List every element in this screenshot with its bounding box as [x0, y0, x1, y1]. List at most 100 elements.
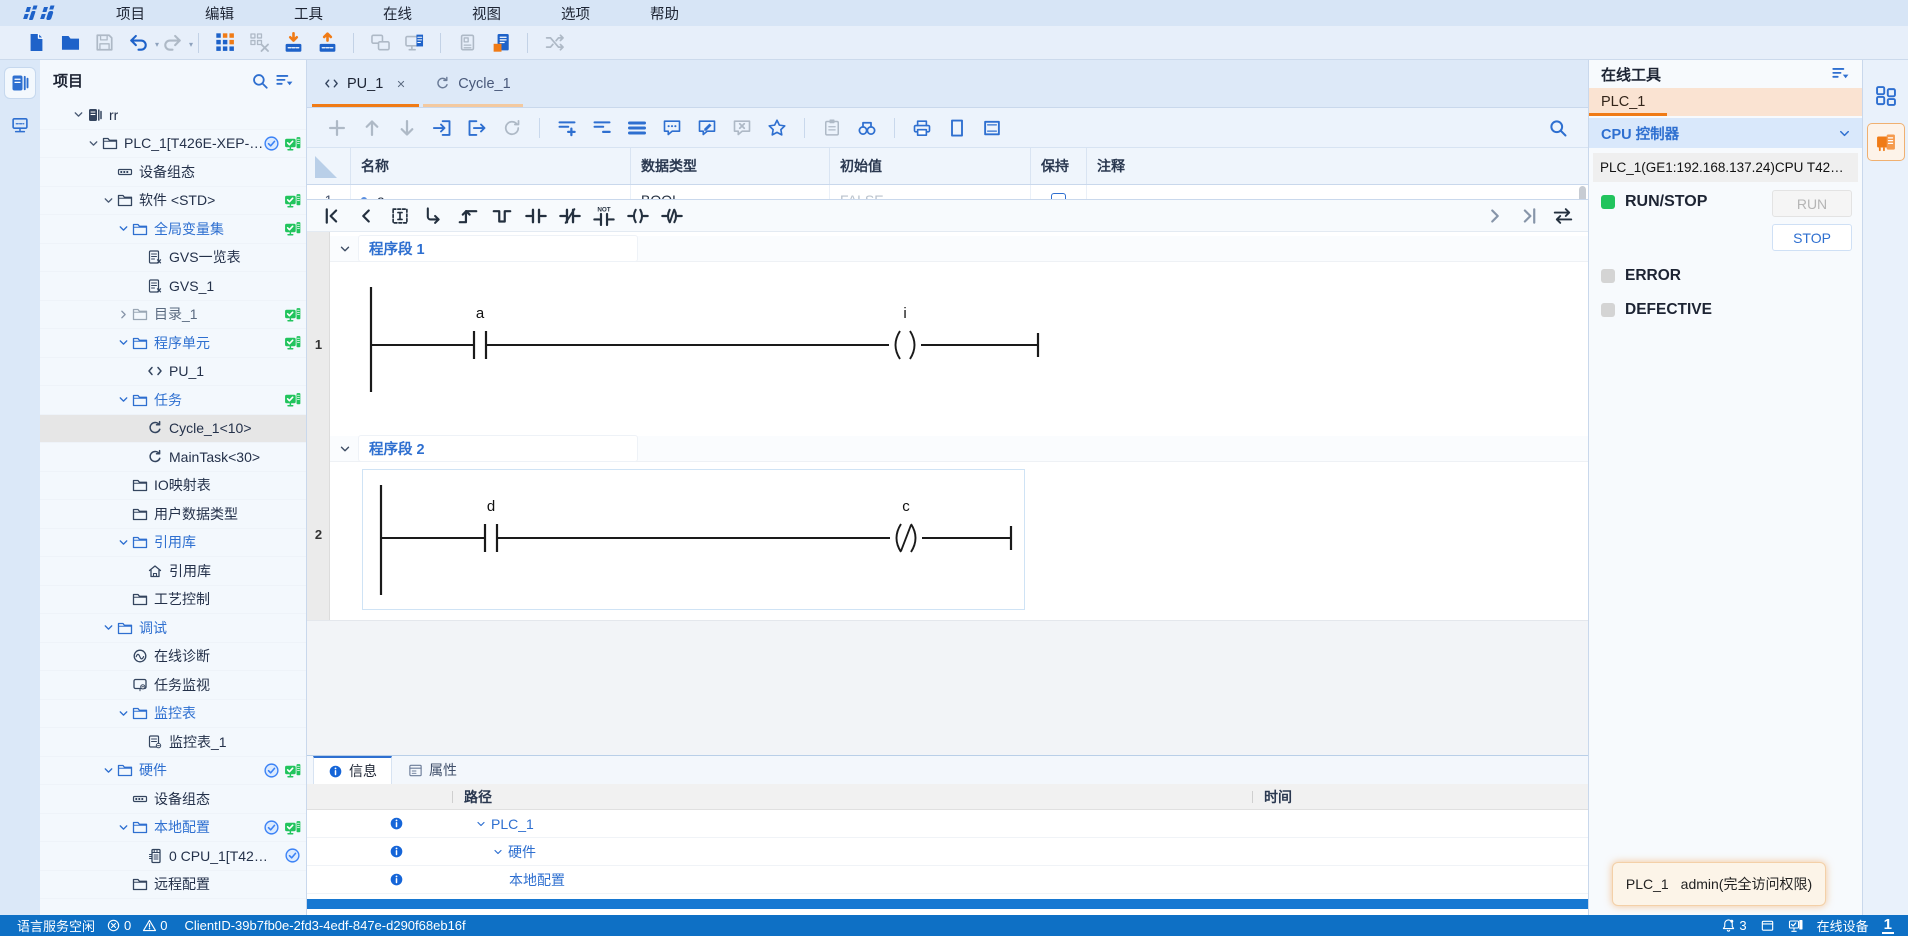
coil-negated-button[interactable] — [657, 203, 687, 229]
import-button[interactable] — [428, 115, 456, 141]
branch-down-button[interactable] — [419, 203, 449, 229]
find-monitor-button[interactable] — [853, 115, 881, 141]
rail-project-view-button[interactable] — [5, 68, 35, 98]
monitor-values-button[interactable] — [400, 30, 428, 56]
contact-not-button[interactable]: NOT — [589, 203, 619, 229]
online-device-count[interactable]: 1 — [1882, 917, 1894, 934]
export-button[interactable] — [463, 115, 491, 141]
go-prev-button[interactable] — [351, 203, 381, 229]
move-up-button[interactable] — [358, 115, 386, 141]
contact-nc-button[interactable] — [555, 203, 585, 229]
chevron-down-icon[interactable] — [338, 442, 352, 456]
coil-button[interactable] — [623, 203, 653, 229]
menu-视图[interactable]: 视图 — [442, 0, 531, 26]
io-device-button[interactable] — [487, 30, 515, 56]
go-next-button[interactable] — [1480, 203, 1510, 229]
tree-expand-toggle[interactable] — [115, 222, 131, 235]
corner-cell[interactable] — [307, 148, 351, 184]
window-layout-button[interactable] — [1760, 918, 1775, 933]
rising-edge-button[interactable] — [453, 203, 483, 229]
tree-item-software-std[interactable]: 软件 <STD> — [40, 187, 306, 216]
tree-expand-toggle[interactable] — [115, 707, 131, 720]
var-comment-cell[interactable] — [1087, 185, 1588, 200]
var-retain-cell[interactable] — [1031, 185, 1087, 200]
tree-item-process-control[interactable]: 工艺控制 — [40, 586, 306, 615]
falling-edge-button[interactable] — [487, 203, 517, 229]
variable-row[interactable]: 1 a BOOL FALSE — [307, 185, 1588, 200]
stop-button[interactable]: STOP — [1772, 224, 1852, 251]
tree-item-plc-1[interactable]: PLC_1[T426E-XEP-… — [40, 130, 306, 159]
tree-item-remote-config[interactable]: 远程配置 — [40, 871, 306, 900]
tree-expand-toggle[interactable] — [115, 336, 131, 349]
editor-search-button[interactable] — [1544, 115, 1572, 141]
col-comment[interactable]: 注释 — [1087, 148, 1588, 184]
message-row-plc-1[interactable]: PLC_1 — [307, 810, 1588, 838]
save-button[interactable] — [90, 30, 118, 56]
tree-item-dir-1[interactable]: 目录_1 — [40, 301, 306, 330]
rail-network-view-button[interactable] — [5, 110, 35, 140]
network-number[interactable]: 2 — [307, 527, 330, 542]
var-name-cell[interactable]: a — [351, 185, 631, 200]
menu-项目[interactable]: 项目 — [86, 0, 175, 26]
app-grid-button[interactable] — [211, 30, 239, 56]
network-1-header[interactable]: 程序段 1 — [330, 236, 1588, 262]
online-device-icon[interactable] — [1788, 918, 1804, 934]
tree-item-device-config[interactable]: 设备组态 — [40, 158, 306, 187]
insert-box-button[interactable] — [385, 203, 415, 229]
menu-编辑[interactable]: 编辑 — [175, 0, 264, 26]
cpu-controller-section[interactable]: CPU 控制器 — [1589, 118, 1862, 148]
dropdown-caret-icon[interactable]: ▾ — [189, 40, 193, 49]
tree-expand-toggle[interactable] — [100, 764, 116, 777]
network-2-rung[interactable]: dc — [362, 469, 1025, 610]
variable-table-scrollbar[interactable] — [1579, 186, 1586, 200]
var-type-cell[interactable]: BOOL — [631, 185, 830, 200]
tree-item-task-monitor[interactable]: 任务监视 — [40, 671, 306, 700]
project-filter-button[interactable] — [272, 69, 296, 93]
run-button[interactable]: RUN — [1772, 190, 1852, 217]
compare-button[interactable] — [366, 30, 394, 56]
tree-item-maintask[interactable]: MainTask<30> — [40, 443, 306, 472]
device-panel-button[interactable] — [453, 30, 481, 56]
error-counter[interactable]: 0 — [106, 918, 131, 933]
go-first-button[interactable] — [317, 203, 347, 229]
insert-network-button[interactable] — [553, 115, 581, 141]
tree-item-gvs-1[interactable]: GVS_1 — [40, 272, 306, 301]
chevron-down-icon[interactable] — [338, 242, 352, 256]
tree-item-online-diagnosis[interactable]: 在线诊断 — [40, 643, 306, 672]
tree-expand-toggle[interactable] — [85, 137, 101, 150]
print-button[interactable] — [908, 115, 936, 141]
tree-item-program-units[interactable]: 程序单元 — [40, 329, 306, 358]
page-portrait-button[interactable] — [943, 115, 971, 141]
tree-item-rr[interactable]: rr — [40, 101, 306, 130]
col-initvalue[interactable]: 初始值 — [830, 148, 1031, 184]
online-plc-tab[interactable]: PLC_1 — [1589, 88, 1862, 116]
online-tools-filter-button[interactable] — [1828, 62, 1852, 86]
retain-checkbox[interactable] — [1051, 193, 1066, 201]
move-down-button[interactable] — [393, 115, 421, 141]
download-plc-button[interactable] — [279, 30, 307, 56]
list-view-button[interactable] — [623, 115, 651, 141]
notification-bell[interactable]: 3 — [1721, 918, 1746, 933]
swap-button[interactable] — [1548, 203, 1578, 229]
comment-edit-button[interactable] — [693, 115, 721, 141]
message-row-hardware[interactable]: 硬件 — [307, 838, 1588, 866]
message-row-local-config[interactable]: 本地配置 — [307, 866, 1588, 894]
tree-expand-toggle[interactable] — [100, 194, 116, 207]
comment-delete-button[interactable] — [728, 115, 756, 141]
grid-x-button[interactable] — [245, 30, 273, 56]
editor-tab-cycle-1[interactable]: Cycle_1 — [421, 60, 524, 107]
tree-item-user-data-types[interactable]: 用户数据类型 — [40, 500, 306, 529]
col-retain[interactable]: 保持 — [1031, 148, 1087, 184]
menu-在线[interactable]: 在线 — [353, 0, 442, 26]
upload-plc-button[interactable] — [313, 30, 341, 56]
add-button[interactable] — [323, 115, 351, 141]
tree-expand-toggle[interactable] — [115, 308, 131, 321]
tree-item-gvs-list[interactable]: GVS一览表 — [40, 244, 306, 273]
open-folder-button[interactable] — [56, 30, 84, 56]
undo-button[interactable]: ▾ — [124, 30, 152, 56]
redo-button[interactable]: ▾ — [158, 30, 186, 56]
cross-reference-button[interactable] — [540, 30, 568, 56]
col-datatype[interactable]: 数据类型 — [631, 148, 830, 184]
tree-expand-toggle[interactable] — [70, 108, 86, 121]
menu-选项[interactable]: 选项 — [531, 0, 620, 26]
